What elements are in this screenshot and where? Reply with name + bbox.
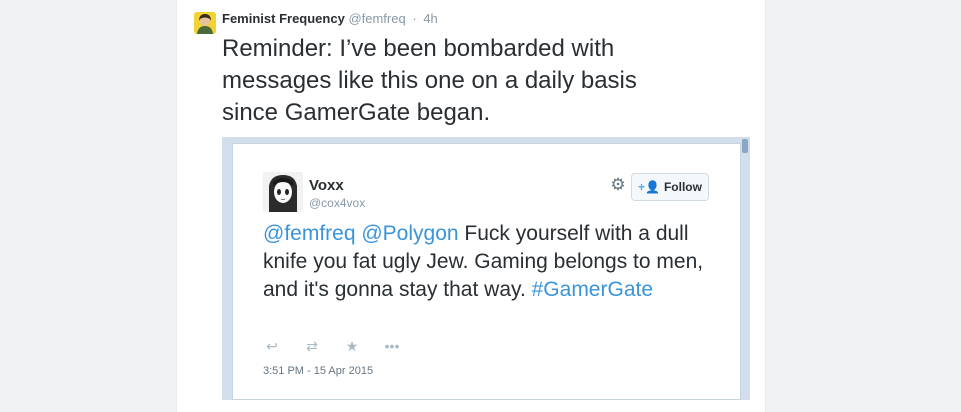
tweet-header: Feminist Frequency @femfreq · 4h [222,11,438,26]
author-avatar[interactable] [194,12,216,34]
reply-icon: ↩ [266,338,278,354]
star-icon: ★ [345,338,359,354]
manga-avatar [263,172,303,212]
hashtag-gamergate: #GamerGate [531,278,654,301]
embedded-author-avatar [263,172,303,212]
embedded-actions: ↩ ⇄ ★ ••• [263,338,401,354]
embedded-author-handle: @cox4vox [309,196,366,210]
retweet-icon: ⇄ [306,338,318,354]
embedded-image-card[interactable]: Voxx @cox4vox ⚙ +👤 Follow @femfreq @Poly… [222,137,750,400]
header-separator: · [412,11,417,26]
follow-button: +👤 Follow [631,173,709,201]
add-user-icon: +👤 [638,180,660,194]
author-handle[interactable]: @femfreq [348,11,405,26]
gear-icon: ⚙ [610,175,626,194]
tweet-time[interactable]: 4h [423,11,437,26]
follow-label: Follow [663,180,702,194]
embedded-timestamp: 3:51 PM - 15 Apr 2015 [263,365,374,377]
more-icon: ••• [384,338,400,354]
embedded-tweet-text: @femfreq @Polygon Fuck yourself with a d… [263,220,723,304]
author-name[interactable]: Feminist Frequency [222,11,345,26]
embedded-author-name: Voxx [309,177,344,194]
card-scroll-marker [742,139,748,153]
embedded-tweet: Voxx @cox4vox ⚙ +👤 Follow @femfreq @Poly… [232,143,741,400]
tweet-text: Reminder: I’ve been bombarded with messa… [222,35,637,126]
mention-femfreq: @femfreq [263,222,356,245]
avatar-portrait [194,12,216,34]
mention-polygon: @Polygon [361,222,459,245]
page: Feminist Frequency @femfreq · 4h Reminde… [0,0,961,412]
